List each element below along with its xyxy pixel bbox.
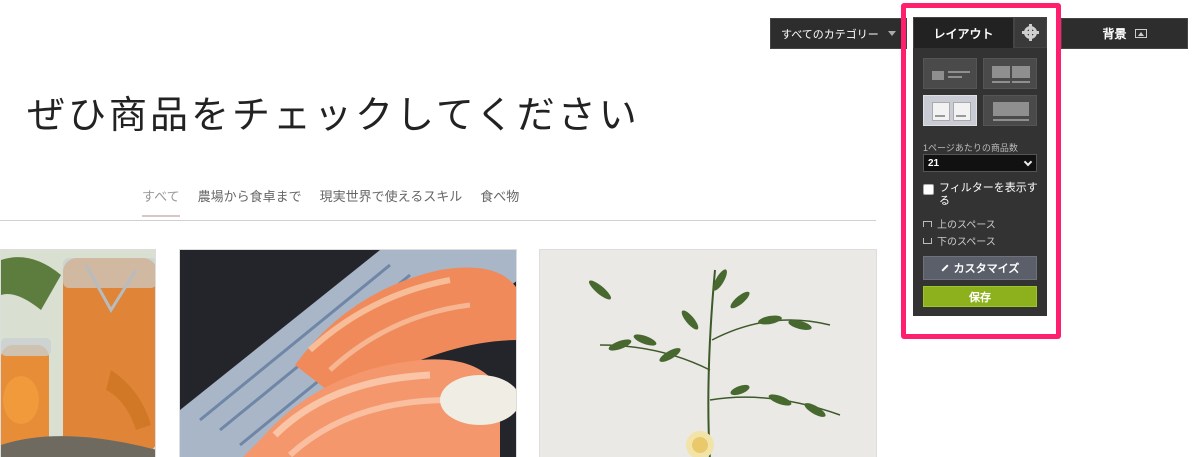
tab-food[interactable]: 食べ物 (480, 186, 519, 217)
tab-all[interactable]: すべて (142, 186, 180, 217)
tab-farm-to-table[interactable]: 農場から食卓まで (198, 186, 302, 217)
tab-real-world-skills[interactable]: 現実世界で使えるスキル (320, 186, 463, 217)
page-title: ぜひ商品をチェックしてください (27, 93, 640, 137)
background-button-label: 背景 (1102, 27, 1127, 41)
product-image-jars[interactable] (0, 249, 156, 457)
plant-photo (540, 250, 876, 457)
background-button[interactable]: 背景 (1061, 18, 1188, 49)
image-icon (1134, 29, 1147, 38)
product-image-sushi[interactable] (179, 249, 517, 457)
category-select[interactable]: すべてのカテゴリー (770, 18, 907, 49)
highlight-box (901, 3, 1061, 339)
sushi-photo (180, 250, 516, 457)
jar-photo (1, 250, 155, 457)
category-tabs: すべて 農場から食卓まで 現実世界で使えるスキル 食べ物 (142, 186, 519, 217)
category-select-label: すべてのカテゴリー (781, 28, 879, 41)
tabs-divider (0, 220, 876, 221)
page: ぜひ商品をチェックしてください すべて 農場から食卓まで 現実世界で使えるスキル… (0, 0, 1193, 457)
product-image-plant[interactable] (539, 249, 877, 457)
chevron-down-icon (888, 31, 896, 36)
